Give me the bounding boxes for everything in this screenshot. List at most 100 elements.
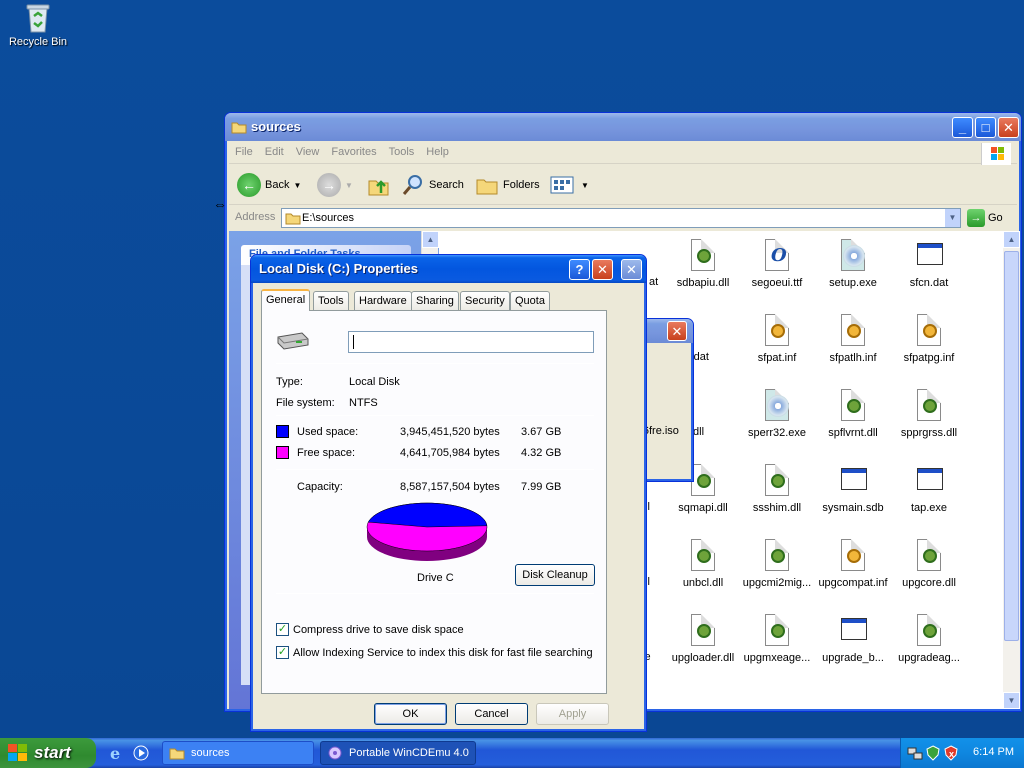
file-item[interactable]: upgcore.dll <box>891 539 967 589</box>
address-input[interactable]: E:\sources ▼ <box>281 208 961 228</box>
internet-explorer-icon[interactable]: e <box>108 744 126 763</box>
dll-icon <box>837 389 869 423</box>
file-scroll-up-icon[interactable]: ▲ <box>1003 231 1020 248</box>
wincdemu-icon <box>328 746 342 760</box>
cancel-button[interactable]: Cancel <box>455 703 528 725</box>
file-item[interactable]: spprgrss.dll <box>891 389 967 439</box>
dat-icon <box>913 239 945 273</box>
file-name: upgrade_b... <box>822 652 884 664</box>
file-item[interactable]: sfpat.inf <box>739 314 815 364</box>
tab-quota[interactable]: Quota <box>510 291 550 310</box>
menu-bar: File Edit View Favorites Tools Help <box>229 142 1017 165</box>
views-icon <box>550 176 574 194</box>
menu-tools[interactable]: Tools <box>383 142 421 162</box>
address-dropdown-icon[interactable]: ▼ <box>944 209 960 227</box>
back-arrow-icon: ← <box>237 173 261 197</box>
file-item[interactable]: sfcn.dat <box>891 239 967 289</box>
svg-text:e: e <box>110 744 120 762</box>
file-list-scrollbar[interactable]: ▲ ▼ <box>1003 231 1020 709</box>
tab-tools[interactable]: Tools <box>313 291 349 310</box>
menu-favorites[interactable]: Favorites <box>325 142 382 162</box>
scroll-up-icon[interactable]: ▲ <box>422 231 439 248</box>
close-button[interactable]: ✕ <box>998 117 1019 138</box>
indexing-checkbox[interactable]: ✓ Allow Indexing Service to index this d… <box>276 646 593 659</box>
tab-sharing[interactable]: Sharing <box>411 291 459 310</box>
network-icon[interactable] <box>907 745 923 761</box>
search-button[interactable]: Search <box>401 171 464 199</box>
drive-name-input[interactable] <box>348 331 594 353</box>
help-button[interactable]: ? <box>569 259 590 280</box>
tab-general[interactable]: General <box>261 289 311 311</box>
file-item[interactable]: spflvrnt.dll <box>815 389 891 439</box>
go-button[interactable]: → Go <box>965 208 1013 228</box>
file-item[interactable]: sdbapiu.dll <box>665 239 741 289</box>
hard-drive-icon <box>277 332 309 350</box>
type-value: Local Disk <box>349 376 400 388</box>
back-button[interactable]: ← Back ▼ <box>237 171 301 199</box>
dll-icon <box>761 539 793 573</box>
file-scroll-down-icon[interactable]: ▼ <box>1003 692 1020 709</box>
file-item[interactable]: upgcompat.inf <box>815 539 891 589</box>
security-shield-icon[interactable] <box>925 745 941 761</box>
menu-file[interactable]: File <box>229 142 259 162</box>
file-item[interactable]: unbcl.dll <box>665 539 741 589</box>
views-button[interactable]: ▼ <box>549 171 589 199</box>
file-item[interactable]: sperr32.exe <box>739 389 815 439</box>
file-item[interactable]: upgloader.dll <box>665 614 741 664</box>
properties-titlebar[interactable]: Local Disk (C:) Properties ? ✕ ✕ <box>251 255 646 283</box>
search-label: Search <box>429 179 464 191</box>
minimize-button[interactable]: _ <box>952 117 973 138</box>
tab-security[interactable]: Security <box>460 291 510 310</box>
start-button[interactable]: start <box>0 738 96 768</box>
forward-button[interactable]: → ▼ <box>317 171 353 199</box>
file-item[interactable]: sfpatlh.inf <box>815 314 891 364</box>
taskbar-wincdemu[interactable]: Portable WinCDEmu 4.0 <box>320 741 476 765</box>
file-item[interactable]: upgrade_b... <box>815 614 891 664</box>
tab-hardware[interactable]: Hardware <box>354 291 412 310</box>
recycle-bin-icon <box>22 2 54 34</box>
file-item[interactable]: upgradeag... <box>891 614 967 664</box>
free-space-gb: 4.32 GB <box>521 447 562 459</box>
dll-icon <box>761 464 793 498</box>
media-player-icon[interactable] <box>132 744 150 762</box>
menu-help[interactable]: Help <box>420 142 455 162</box>
explorer-titlebar[interactable]: sources _ □ ✕ <box>225 113 1021 141</box>
compress-checkbox[interactable]: ✓ Compress drive to save disk space <box>276 623 464 636</box>
ok-button[interactable]: OK <box>374 703 447 725</box>
security-alert-icon[interactable]: x <box>943 745 959 761</box>
file-name: sfcn.dat <box>909 277 949 289</box>
disk-cleanup-button[interactable]: Disk Cleanup <box>515 564 595 586</box>
up-folder-button[interactable] <box>367 171 391 199</box>
folder-icon <box>231 122 247 134</box>
scroll-thumb[interactable] <box>1004 251 1019 641</box>
partial-file-label[interactable]: at <box>649 276 658 288</box>
file-item[interactable]: sfpatpg.inf <box>891 314 967 364</box>
folders-button[interactable]: Folders <box>475 171 540 199</box>
menu-edit[interactable]: Edit <box>259 142 290 162</box>
capacity-gb: 7.99 GB <box>521 481 562 493</box>
file-item[interactable]: setup.exe <box>815 239 891 289</box>
maximize-button[interactable]: □ <box>975 117 996 138</box>
dll-icon <box>913 539 945 573</box>
recycle-bin-shortcut[interactable]: Recycle Bin <box>8 2 68 48</box>
taskbar-folder-icon <box>169 748 185 760</box>
dll-icon <box>913 614 945 648</box>
background-dialog-close-button[interactable]: ✕ <box>667 321 687 341</box>
properties-close-button[interactable]: ✕ <box>592 259 613 280</box>
compress-label: Compress drive to save disk space <box>293 623 464 636</box>
apply-button[interactable]: Apply <box>536 703 609 725</box>
file-name: sfpat.inf <box>757 352 797 364</box>
forward-arrow-icon: → <box>317 173 341 197</box>
taskbar-sources[interactable]: sources <box>162 741 314 765</box>
address-label: Address <box>235 211 276 223</box>
file-item[interactable]: upgcmi2mig... <box>739 539 815 589</box>
underlying-close-button[interactable]: ✕ <box>621 259 642 280</box>
file-item[interactable]: tap.exe <box>891 464 967 514</box>
menu-view[interactable]: View <box>290 142 326 162</box>
file-item[interactable]: upgmxeage... <box>739 614 815 664</box>
file-item[interactable]: sysmain.sdb <box>815 464 891 514</box>
file-item[interactable]: Osegoeui.ttf <box>739 239 815 289</box>
file-name: upgcompat.inf <box>818 577 888 589</box>
file-item[interactable]: ssshim.dll <box>739 464 815 514</box>
inf-icon <box>913 314 945 348</box>
